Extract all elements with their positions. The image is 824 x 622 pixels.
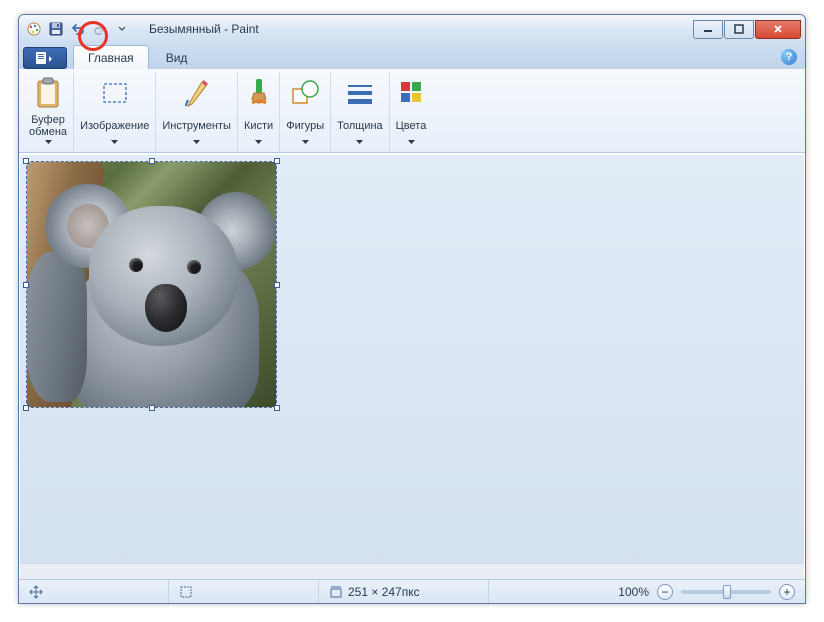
ribbon-group-brushes[interactable]: Кисти [238, 72, 280, 152]
chevron-down-icon [302, 140, 309, 144]
undo-icon[interactable] [69, 20, 87, 38]
pencil-icon [184, 78, 210, 108]
status-cursor-position [19, 580, 169, 603]
minimize-button[interactable] [693, 20, 723, 39]
ribbon-brushes-label: Кисти [244, 114, 273, 138]
redo-icon[interactable] [91, 20, 109, 38]
selection-handle[interactable] [274, 158, 280, 164]
status-zoom: 100% − + [608, 584, 805, 600]
window-controls [693, 20, 801, 39]
selection-handle[interactable] [149, 405, 155, 411]
ribbon-shapes-label: Фигуры [286, 114, 324, 138]
canvas-image-content [27, 162, 276, 407]
chevron-down-icon [45, 140, 52, 144]
selection-icon [100, 81, 130, 105]
tab-view[interactable]: Вид [151, 45, 203, 69]
shapes-icon [290, 79, 320, 107]
canvas-selection[interactable] [26, 161, 277, 408]
status-canvas-size: 251 × 247пкс [319, 580, 489, 603]
titlebar: Безымянный - Paint [19, 15, 805, 43]
zoom-percent-label: 100% [618, 585, 649, 599]
crosshair-icon [29, 585, 43, 599]
chevron-down-icon [408, 140, 415, 144]
ribbon-thickness-label: Толщина [337, 114, 383, 138]
chevron-down-icon [193, 140, 200, 144]
paint-app-icon [25, 20, 43, 38]
selection-handle[interactable] [149, 158, 155, 164]
ribbon-group-thickness[interactable]: Толщина [331, 72, 390, 152]
ribbon: Буфер обмена Изображение Инструменты Кис… [19, 69, 805, 153]
selection-size-icon [179, 585, 193, 599]
tab-main[interactable]: Главная [73, 45, 149, 69]
paint-window: Безымянный - Paint Главная Вид ? Буфер о… [18, 14, 806, 604]
selection-handle[interactable] [274, 405, 280, 411]
ribbon-tab-strip: Главная Вид ? [19, 43, 805, 69]
tab-main-label: Главная [88, 51, 134, 65]
ribbon-group-shapes[interactable]: Фигуры [280, 72, 331, 152]
zoom-slider[interactable] [681, 590, 771, 594]
selection-handle[interactable] [23, 158, 29, 164]
ribbon-group-tools[interactable]: Инструменты [156, 72, 238, 152]
quick-access-toolbar [25, 20, 131, 38]
dimensions-icon [329, 585, 343, 599]
chevron-down-icon [255, 140, 262, 144]
ribbon-group-image[interactable]: Изображение [74, 72, 156, 152]
canvas-area[interactable] [20, 155, 804, 578]
brush-icon [246, 77, 272, 109]
zoom-in-button[interactable]: + [779, 584, 795, 600]
ribbon-image-label: Изображение [80, 114, 149, 138]
thickness-icon [345, 81, 375, 105]
status-selection-size [169, 580, 319, 603]
ribbon-clipboard-label: Буфер обмена [29, 114, 67, 138]
ribbon-group-colors[interactable]: Цвета [390, 72, 433, 152]
status-dimensions-value: 251 × 247пкс [348, 585, 420, 599]
qat-dropdown-icon[interactable] [113, 20, 131, 38]
colors-icon [398, 79, 424, 107]
chevron-down-icon [111, 140, 118, 144]
ribbon-tools-label: Инструменты [162, 114, 231, 138]
close-button[interactable] [755, 20, 801, 39]
horizontal-scrollbar[interactable] [20, 563, 804, 579]
window-title: Безымянный - Paint [149, 22, 259, 36]
zoom-out-button[interactable]: − [657, 584, 673, 600]
tab-view-label: Вид [166, 51, 188, 65]
file-menu-button[interactable] [23, 47, 67, 69]
ribbon-colors-label: Цвета [396, 114, 427, 138]
selection-handle[interactable] [23, 282, 29, 288]
chevron-down-icon [356, 140, 363, 144]
clipboard-icon [34, 77, 62, 109]
maximize-button[interactable] [724, 20, 754, 39]
save-icon[interactable] [47, 20, 65, 38]
selection-handle[interactable] [23, 405, 29, 411]
ribbon-group-clipboard[interactable]: Буфер обмена [23, 72, 74, 152]
zoom-slider-thumb[interactable] [723, 585, 731, 599]
help-icon[interactable]: ? [781, 49, 797, 65]
statusbar: 251 × 247пкс 100% − + [19, 579, 805, 603]
selection-handle[interactable] [274, 282, 280, 288]
